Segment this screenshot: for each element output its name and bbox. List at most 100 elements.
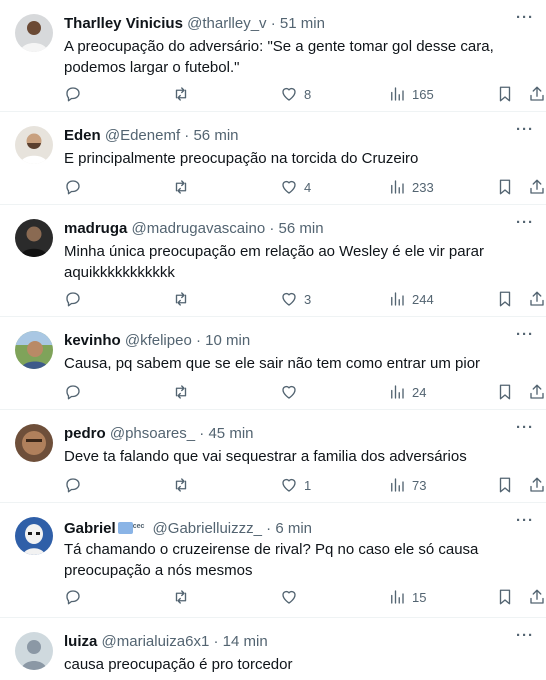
share-button[interactable]	[528, 586, 546, 608]
like-button[interactable]: 3	[280, 288, 311, 310]
like-button[interactable]: 8	[280, 83, 311, 105]
reply-button[interactable]	[64, 586, 88, 608]
avatar-image	[15, 632, 53, 670]
tweet-actions: 24	[0, 381, 546, 403]
display-name[interactable]: luiza	[64, 633, 97, 650]
tweet[interactable]: pedro @phsoares_ · 45 min ··· Deve ta fa…	[0, 410, 546, 503]
views-icon	[391, 292, 404, 306]
retweet-button[interactable]	[172, 83, 196, 105]
display-name[interactable]: madruga	[64, 220, 127, 237]
bookmark-button[interactable]	[496, 586, 514, 608]
bookmark-button[interactable]	[496, 474, 514, 496]
tweet[interactable]: kevinho @kfelipeo · 10 min ··· Causa, pq…	[0, 317, 546, 410]
views-icon	[391, 590, 404, 604]
avatar-image	[15, 331, 53, 369]
views-button[interactable]: 73	[388, 474, 426, 496]
more-icon[interactable]: ···	[512, 122, 538, 144]
user-handle[interactable]: @tharlley_v	[187, 15, 266, 32]
tweet[interactable]: madruga @madrugavascaino · 56 min ··· Mi…	[0, 205, 546, 317]
timestamp[interactable]: 45 min	[208, 425, 253, 442]
share-button[interactable]	[528, 381, 546, 403]
display-name[interactable]: Tharlley Vinicius	[64, 15, 183, 32]
avatar[interactable]	[15, 331, 53, 369]
user-handle[interactable]: @kfelipeo	[125, 332, 192, 349]
tweet-header: madruga @madrugavascaino · 56 min	[64, 219, 506, 238]
avatar[interactable]	[15, 632, 53, 670]
retweet-button[interactable]	[172, 381, 196, 403]
display-name[interactable]: pedro	[64, 425, 106, 442]
reply-button[interactable]	[64, 288, 88, 310]
avatar[interactable]	[15, 14, 53, 52]
like-count: 8	[304, 86, 312, 102]
more-icon[interactable]: ···	[512, 420, 538, 442]
tweet-text: A preocupação do adversário: "Se a gente…	[64, 38, 494, 76]
like-button[interactable]: 1	[280, 474, 311, 496]
timestamp[interactable]: 6 min	[275, 520, 312, 537]
retweet-button[interactable]	[172, 176, 196, 198]
display-name[interactable]: Gabriel	[64, 520, 116, 537]
reply-button[interactable]	[64, 474, 88, 496]
tweet-text: Causa, pq sabem que se ele sair não tem …	[64, 355, 481, 372]
share-button[interactable]	[528, 288, 546, 310]
user-handle[interactable]: @Edenemf	[105, 127, 180, 144]
timestamp[interactable]: 51 min	[280, 15, 325, 32]
timestamp[interactable]: 10 min	[205, 332, 250, 349]
views-button[interactable]: 165	[388, 83, 434, 105]
avatar[interactable]	[15, 126, 53, 164]
views-button[interactable]: 15	[388, 586, 426, 608]
views-button[interactable]: 244	[388, 288, 434, 310]
views-button[interactable]: 233	[388, 176, 434, 198]
tweet[interactable]: luiza @marialuiza6x1 · 14 min ··· causa …	[0, 618, 546, 680]
tweet-text: Minha única preocupação em relação ao We…	[64, 243, 484, 281]
more-icon[interactable]: ···	[512, 513, 538, 535]
avatar-image	[15, 126, 53, 164]
user-handle[interactable]: @marialuiza6x1	[102, 633, 210, 650]
bookmark-button[interactable]	[496, 381, 514, 403]
avatar[interactable]	[15, 424, 53, 462]
bookmark-button[interactable]	[496, 288, 514, 310]
user-handle[interactable]: @phsoares_	[110, 425, 195, 442]
reply-button[interactable]	[64, 381, 88, 403]
tweet[interactable]: Tharlley Vinicius @tharlley_v · 51 min ·…	[0, 0, 546, 112]
share-button[interactable]	[528, 176, 546, 198]
tweet[interactable]: Gabriel cec @Gabrielluizzz_ · 6 min ··· T…	[0, 503, 546, 618]
avatar-image	[15, 14, 53, 52]
avatar[interactable]	[15, 219, 53, 257]
like-button[interactable]: 4	[280, 176, 311, 198]
user-handle[interactable]: @madrugavascaino	[132, 220, 266, 237]
reply-icon	[66, 87, 80, 102]
retweet-button[interactable]	[172, 474, 196, 496]
replies-feed: Tharlley Vinicius @tharlley_v · 51 min ·…	[0, 0, 546, 680]
more-icon[interactable]: ···	[512, 327, 538, 349]
like-button[interactable]	[280, 381, 304, 403]
like-icon	[282, 180, 296, 194]
tweet[interactable]: Eden @Edenemf · 56 min ··· E principalme…	[0, 112, 546, 205]
like-button[interactable]	[280, 586, 304, 608]
views-button[interactable]: 24	[388, 381, 426, 403]
retweet-button[interactable]	[172, 586, 196, 608]
timestamp[interactable]: 56 min	[193, 127, 238, 144]
bookmark-button[interactable]	[496, 83, 514, 105]
timestamp[interactable]: 14 min	[223, 633, 268, 650]
more-icon[interactable]: ···	[512, 10, 538, 32]
tweet-text: Deve ta falando que vai sequestrar a fam…	[64, 448, 467, 465]
bookmark-button[interactable]	[496, 176, 514, 198]
more-icon[interactable]: ···	[512, 215, 538, 237]
display-name[interactable]: Eden	[64, 127, 101, 144]
tweet-actions: 3 244	[0, 288, 546, 310]
reply-button[interactable]	[64, 176, 88, 198]
view-count: 165	[412, 86, 434, 102]
timestamp[interactable]: 56 min	[279, 220, 324, 237]
share-icon	[530, 86, 544, 101]
share-icon	[530, 179, 544, 194]
reply-button[interactable]	[64, 83, 88, 105]
retweet-button[interactable]	[172, 288, 196, 310]
view-count: 233	[412, 179, 434, 195]
display-name[interactable]: kevinho	[64, 332, 121, 349]
user-handle[interactable]: @Gabrielluizzz_	[153, 520, 262, 537]
retweet-icon	[175, 180, 187, 194]
more-icon[interactable]: ···	[512, 628, 538, 650]
share-button[interactable]	[528, 474, 546, 496]
share-button[interactable]	[528, 83, 546, 105]
avatar[interactable]	[15, 517, 53, 555]
